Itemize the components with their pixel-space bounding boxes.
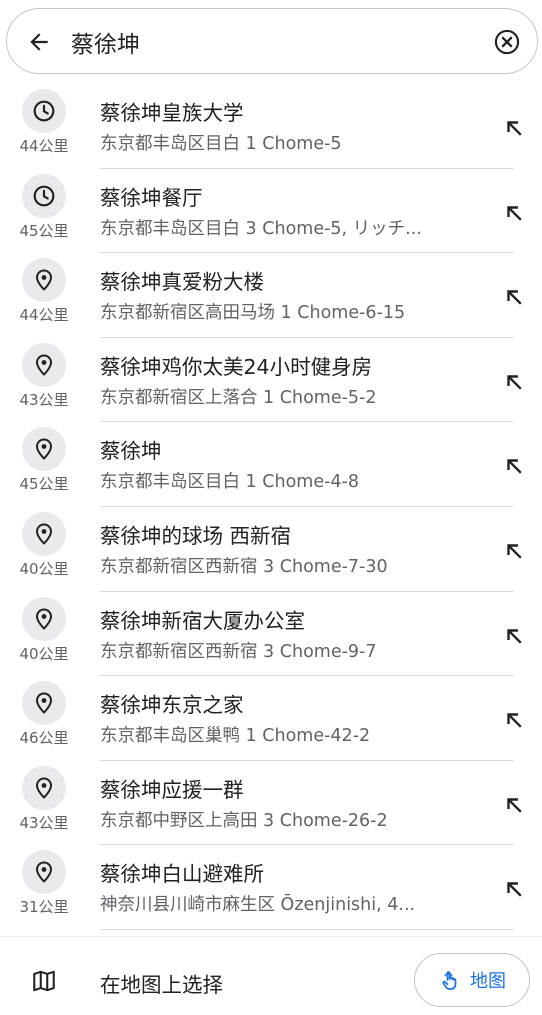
row-divider xyxy=(100,928,514,930)
fill-query-button[interactable] xyxy=(496,618,532,654)
result-title: 蔡徐坤餐厅 xyxy=(100,185,203,210)
place-pin-icon xyxy=(36,692,52,714)
result-distance: 40公里 xyxy=(19,644,69,663)
clear-circle-icon xyxy=(494,29,520,55)
fill-query-button[interactable] xyxy=(496,279,532,315)
back-button[interactable] xyxy=(21,24,57,60)
result-address: 东京都中野区上高田 3 Chome-26-2 xyxy=(100,810,388,831)
place-pin-icon xyxy=(36,354,52,376)
result-title: 蔡徐坤新宿大厦办公室 xyxy=(100,608,305,633)
result-title: 蔡徐坤应援一群 xyxy=(100,777,244,802)
result-distance: 45公里 xyxy=(19,475,69,494)
result-title: 蔡徐坤 xyxy=(100,439,162,464)
result-distance: 31公里 xyxy=(19,898,69,917)
map-button-label: 地图 xyxy=(470,971,506,992)
result-icon-badge xyxy=(22,258,66,303)
result-distance: 44公里 xyxy=(19,137,69,155)
result-icon-badge xyxy=(22,765,66,810)
result-distance: 40公里 xyxy=(19,559,69,578)
folded-map-icon xyxy=(30,967,58,995)
result-title: 蔡徐坤东京之家 xyxy=(100,693,244,718)
place-pin-icon xyxy=(36,523,52,545)
result-title: 蔡徐坤鸡你太美24小时健身房 xyxy=(100,354,373,379)
fill-query-button[interactable] xyxy=(496,871,532,907)
fill-query-button[interactable] xyxy=(496,702,532,738)
result-icon-badge xyxy=(22,173,66,218)
north-west-arrow-icon xyxy=(507,882,522,897)
history-icon xyxy=(33,185,55,206)
result-distance: 43公里 xyxy=(19,390,69,409)
result-icon-badge xyxy=(22,342,66,387)
search-result-row[interactable]: 40公里 蔡徐坤新宿大厦办公室 东京都新宿区西新宿 3 Chome-9-7 xyxy=(0,592,542,677)
north-west-arrow-icon xyxy=(507,628,522,644)
fill-query-button[interactable] xyxy=(496,533,532,569)
result-address: 东京都新宿区西新宿 3 Chome-7-30 xyxy=(100,556,388,577)
fill-query-button[interactable] xyxy=(496,364,532,400)
result-distance: 43公里 xyxy=(19,813,69,832)
result-icon-badge xyxy=(22,681,66,726)
result-distance: 44公里 xyxy=(19,306,69,325)
result-distance: 45公里 xyxy=(19,221,69,240)
map-button[interactable]: 地图 xyxy=(414,953,530,1007)
result-address: 东京都新宿区西新宿 3 Chome-9-7 xyxy=(100,641,377,662)
clear-search-button[interactable] xyxy=(489,24,525,60)
place-pin-icon xyxy=(36,861,52,883)
result-address: 神奈川县川崎市麻生区 Ōzenjinishi, 4... xyxy=(100,895,416,916)
fill-query-button[interactable] xyxy=(496,787,532,823)
search-results-list: 44公里 蔡徐坤皇族大学 东京都丰岛区目白 1 Chome-5 45公里 蔡徐坤… xyxy=(0,84,542,930)
result-title: 蔡徐坤真爱粉大楼 xyxy=(100,270,264,295)
place-pin-icon xyxy=(36,438,52,460)
search-result-row[interactable]: 45公里 蔡徐坤餐厅 东京都丰岛区目白 3 Chome-5, リッチ... xyxy=(0,169,542,254)
pick-on-map-link[interactable]: 在地图上选择 xyxy=(100,968,223,998)
search-result-row[interactable]: 45公里 蔡徐坤 东京都丰岛区目白 1 Chome-4-8 xyxy=(0,422,542,507)
result-address: 东京都丰岛区目白 3 Chome-5, リッチ... xyxy=(100,218,422,239)
result-title: 蔡徐坤皇族大学 xyxy=(100,101,244,125)
search-input[interactable] xyxy=(71,21,471,63)
bottom-bar: 在地图上选择 地图 xyxy=(0,937,542,1015)
north-west-arrow-icon xyxy=(507,544,522,559)
search-result-row[interactable]: 43公里 蔡徐坤鸡你太美24小时健身房 东京都新宿区上落合 1 Chome-5-… xyxy=(0,338,542,423)
north-west-arrow-icon xyxy=(507,375,522,390)
touch-hand-icon xyxy=(442,971,457,990)
fill-query-button[interactable] xyxy=(496,448,532,484)
fill-query-button[interactable] xyxy=(496,110,532,146)
history-icon xyxy=(33,100,55,122)
result-title: 蔡徐坤的球场 西新宿 xyxy=(100,523,292,548)
search-result-row[interactable]: 31公里 蔡徐坤白山避难所 神奈川县川崎市麻生区 Ōzenjinishi, 4.… xyxy=(0,845,542,930)
north-west-arrow-icon xyxy=(507,798,522,813)
result-address: 东京都新宿区上落合 1 Chome-5-2 xyxy=(100,387,377,408)
north-west-arrow-icon xyxy=(507,713,522,728)
search-result-row[interactable]: 43公里 蔡徐坤应援一群 东京都中野区上高田 3 Chome-26-2 xyxy=(0,761,542,846)
north-west-arrow-icon xyxy=(507,290,522,305)
result-title: 蔡徐坤白山避难所 xyxy=(100,862,264,887)
place-pin-icon xyxy=(36,269,52,291)
result-address: 东京都丰岛区巢鸭 1 Chome-42-2 xyxy=(100,726,371,747)
search-result-row[interactable]: 44公里 蔡徐坤真爱粉大楼 东京都新宿区高田马场 1 Chome-6-15 xyxy=(0,253,542,338)
result-icon-badge xyxy=(22,427,66,472)
result-address: 东京都丰岛区目白 1 Chome-4-8 xyxy=(100,472,359,493)
result-icon-badge xyxy=(22,596,66,641)
search-result-row[interactable]: 44公里 蔡徐坤皇族大学 东京都丰岛区目白 1 Chome-5 xyxy=(0,84,542,169)
result-icon-badge xyxy=(22,850,66,895)
result-distance: 46公里 xyxy=(19,729,69,748)
result-address: 东京都新宿区高田马场 1 Chome-6-15 xyxy=(100,303,406,324)
arrow-back-icon xyxy=(30,33,48,51)
result-icon-badge xyxy=(22,511,66,556)
result-icon-badge xyxy=(22,89,66,133)
search-bar xyxy=(6,8,538,74)
north-west-arrow-icon xyxy=(507,121,522,136)
place-pin-icon xyxy=(36,608,52,630)
search-result-row[interactable]: 40公里 蔡徐坤的球场 西新宿 东京都新宿区西新宿 3 Chome-7-30 xyxy=(0,507,542,592)
fill-query-button[interactable] xyxy=(496,195,532,231)
north-west-arrow-icon xyxy=(507,459,522,475)
search-result-row[interactable]: 46公里 蔡徐坤东京之家 东京都丰岛区巢鸭 1 Chome-42-2 xyxy=(0,676,542,761)
result-address: 东京都丰岛区目白 1 Chome-5 xyxy=(100,134,342,154)
place-pin-icon xyxy=(36,777,52,799)
north-west-arrow-icon xyxy=(507,205,522,221)
